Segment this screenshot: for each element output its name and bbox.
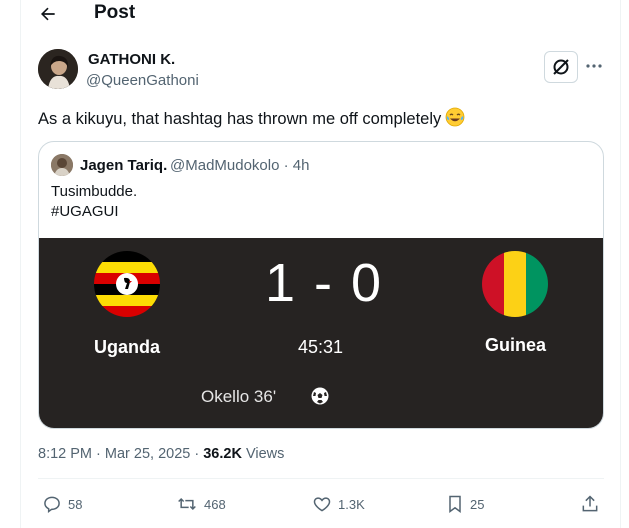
reply-icon <box>44 496 60 513</box>
share-button[interactable] <box>580 494 600 514</box>
quoted-hashtag: #UGAGUI <box>51 203 119 220</box>
avatar[interactable] <box>38 49 78 89</box>
back-button[interactable] <box>36 2 60 26</box>
guinea-flag-icon <box>482 251 548 317</box>
like-button[interactable]: 1.3K <box>312 494 365 514</box>
reply-count: 58 <box>68 496 83 512</box>
share-icon <box>582 495 598 512</box>
bookmark-icon <box>449 495 461 513</box>
reply-button[interactable]: 58 <box>42 494 82 514</box>
avatar-image <box>38 49 78 89</box>
divider <box>38 478 604 479</box>
more-dots-icon <box>586 64 602 68</box>
match-clock: 45:31 <box>298 337 344 357</box>
views-label: Views <box>241 446 285 462</box>
heart-icon <box>313 497 331 512</box>
post-time-date[interactable]: 8:12 PM · Mar 25, 2025 · <box>38 446 203 462</box>
grok-icon <box>553 59 569 75</box>
quoted-author-meta: @MadMudokolo · 4h <box>170 157 310 174</box>
match-score: 1 - 0 <box>265 253 384 313</box>
repost-count: 468 <box>204 496 226 512</box>
quoted-text-line: Tusimbudde. <box>51 183 138 200</box>
goal-scorer: Okello 36' <box>201 387 277 406</box>
post-text-content: As a kikuyu, that hashtag has thrown me … <box>38 110 442 128</box>
football-icon <box>310 386 330 411</box>
page-title: Post <box>94 2 136 23</box>
author-name[interactable]: GATHONI K. <box>88 51 175 68</box>
bookmark-button[interactable]: 25 <box>446 494 484 514</box>
face-with-tears-of-joy-icon <box>445 107 465 132</box>
away-team-name: Guinea <box>485 335 547 355</box>
post-text: As a kikuyu, that hashtag has thrown me … <box>38 107 465 132</box>
author-handle[interactable]: @QueenGathoni <box>86 72 199 89</box>
like-count: 1.3K <box>338 496 365 512</box>
quoted-post[interactable]: Jagen Tariq. @MadMudokolo · 4h Tusimbudd… <box>38 141 604 429</box>
top-bar: Post <box>0 0 629 30</box>
grok-button[interactable] <box>544 51 578 83</box>
quoted-avatar-image <box>51 154 73 176</box>
quoted-avatar[interactable] <box>51 154 73 176</box>
uganda-flag-icon <box>94 251 160 317</box>
quoted-author-name[interactable]: Jagen Tariq. <box>80 157 167 174</box>
views-count: 36.2K <box>203 446 242 462</box>
arrow-left-icon <box>41 7 55 21</box>
repost-button[interactable]: 468 <box>176 494 226 514</box>
post-timestamp: 8:12 PM · Mar 25, 2025 · 36.2K Views <box>38 446 284 462</box>
home-team-name: Uganda <box>94 337 161 357</box>
match-scorecard-image: 1 - 0 Uganda 45:31 Guinea Okello 36' <box>39 238 603 428</box>
bookmark-count: 25 <box>470 496 485 512</box>
repost-icon <box>178 497 196 511</box>
more-options-button[interactable] <box>583 56 605 76</box>
